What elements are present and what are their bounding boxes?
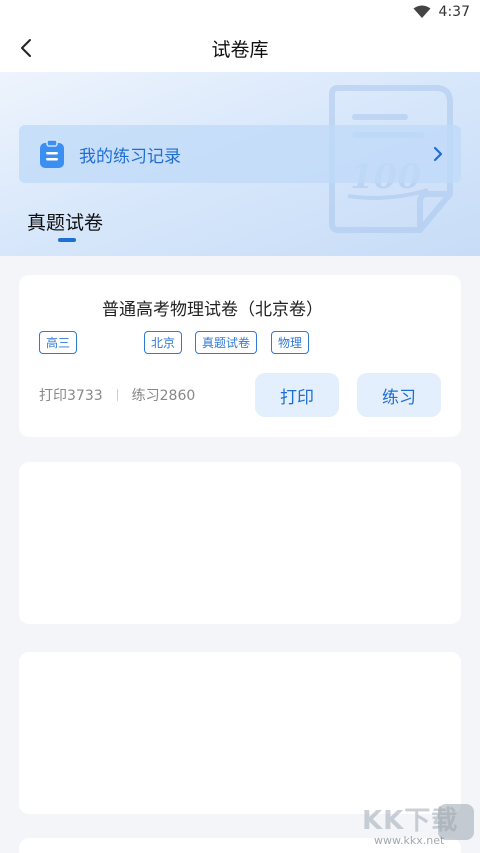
app-bar: 试卷库: [0, 24, 480, 72]
back-arrow-icon: [21, 39, 31, 57]
practice-count: 练习2860: [131, 388, 196, 404]
clipboard-icon: [40, 139, 64, 168]
status-time: 4:37: [438, 4, 470, 20]
print-button[interactable]: 打印: [255, 373, 339, 417]
paper-card[interactable]: 普通高考物理试卷（北京卷） 高三 北京 真题试卷 物理 打印3733 练习286…: [19, 275, 461, 437]
subject-tag: 物理: [271, 331, 310, 354]
practice-record-label: 我的练习记录: [79, 146, 181, 167]
chevron-right-icon: [433, 146, 443, 162]
stats-divider: [116, 389, 118, 401]
practice-button[interactable]: 练习: [357, 373, 441, 417]
region-tag: 北京: [144, 331, 183, 354]
hero-banner: 100 我的练习记录 真题试卷: [0, 72, 480, 256]
paper-stats: 打印3733 练习2860: [39, 385, 195, 405]
back-button[interactable]: [12, 34, 40, 62]
tab-real-exams[interactable]: 真题试卷: [27, 208, 103, 235]
site-watermark: KK下载 www.kkx.net: [362, 800, 480, 853]
paper-card-placeholder: [19, 652, 461, 814]
paper-type-tag: 真题试卷: [195, 331, 258, 354]
page-title: 试卷库: [211, 38, 269, 61]
watermark-url: www.kkx.net: [374, 834, 445, 847]
practice-record-button[interactable]: 我的练习记录: [19, 125, 461, 183]
paper-title: 普通高考物理试卷（北京卷）: [102, 300, 323, 320]
print-count: 打印3733: [39, 388, 103, 404]
grade-tag: 高三: [39, 331, 78, 354]
tab-active-indicator: [58, 238, 76, 242]
wifi-icon: [413, 5, 431, 18]
status-bar: 4:37: [0, 0, 480, 24]
paper-card-placeholder: [19, 462, 461, 624]
